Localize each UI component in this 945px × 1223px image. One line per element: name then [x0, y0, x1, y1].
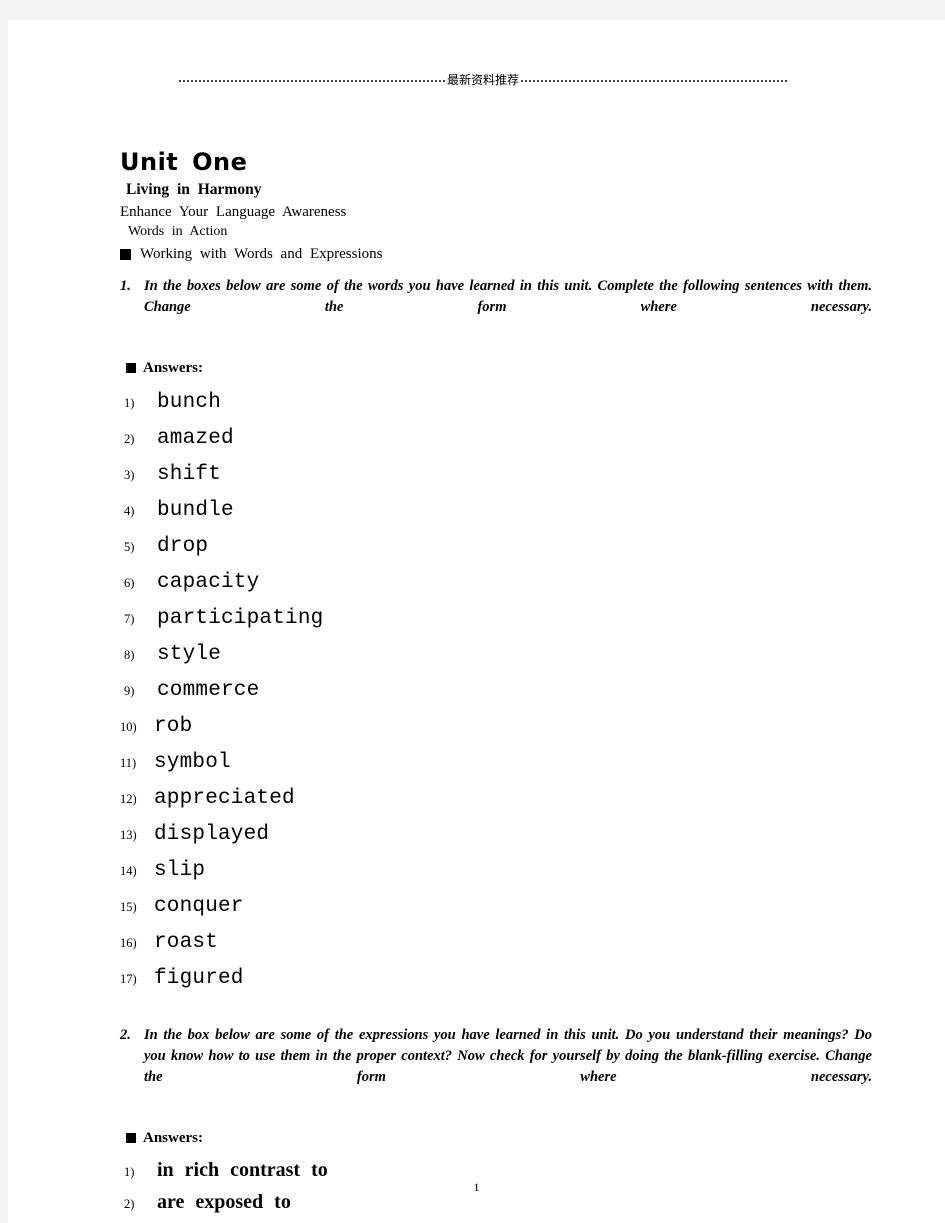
- list-item: 9) commerce: [120, 679, 872, 715]
- answer-index: 1): [124, 1165, 135, 1180]
- answer-index: 7): [124, 612, 135, 627]
- answer-word: participating: [157, 607, 324, 631]
- list-item: 3) shift: [120, 463, 872, 499]
- list-item: 2) are exposed to: [120, 1191, 872, 1223]
- list-item: 17) figured: [120, 967, 872, 1003]
- answer-index: 13): [120, 828, 137, 843]
- exercise1-instruction-text: In the boxes below are some of the words…: [144, 278, 872, 316]
- exercise1-answer-list: 1) bunch 2) amazed 3) shift 4) bundle 5) drop…: [120, 391, 872, 1003]
- exercise1-answers-label: Answers:: [143, 360, 203, 377]
- answer-index: 12): [120, 792, 137, 807]
- list-item: 2) amazed: [120, 427, 872, 463]
- answer-word: shift: [157, 463, 222, 487]
- exercise1-answers-heading: Answers:: [126, 359, 872, 377]
- header-leader-right: [520, 79, 789, 83]
- answer-index: 3): [124, 468, 135, 483]
- answer-word: capacity: [157, 571, 260, 595]
- page-number: 1: [473, 1180, 480, 1194]
- answer-index: 8): [124, 648, 135, 663]
- list-item: 1) bunch: [120, 391, 872, 427]
- answer-word: displayed: [154, 823, 270, 847]
- answer-word: figured: [154, 967, 244, 991]
- answer-word: style: [157, 643, 222, 667]
- list-item: 8) style: [120, 643, 872, 679]
- document-header: 最新资料推荐: [178, 68, 789, 90]
- square-bullet-icon: [120, 248, 131, 260]
- list-item: 12) appreciated: [120, 787, 872, 823]
- exercise2-number: 2.: [120, 1027, 131, 1044]
- list-item: 10) rob: [120, 715, 872, 751]
- marker-heading-working-with-words: Working with Words and Expressions: [120, 245, 872, 265]
- answer-index: 11): [120, 756, 137, 771]
- answer-index: 10): [120, 720, 137, 735]
- section-title: Living in Harmony: [126, 180, 262, 198]
- answer-index: 15): [120, 900, 137, 915]
- square-bullet-icon: [126, 363, 136, 374]
- answer-word: slip: [154, 859, 206, 883]
- list-item: 14) slip: [120, 859, 872, 895]
- unit-title: Unit One: [120, 148, 248, 176]
- exercise2-answers-label: Answers:: [143, 1130, 203, 1147]
- list-item: 7) participating: [120, 607, 872, 643]
- answer-index: 4): [124, 504, 135, 519]
- answer-word: appreciated: [154, 787, 295, 811]
- header-title: 最新资料推荐: [447, 73, 520, 87]
- answer-word: conquer: [154, 895, 244, 919]
- answer-index: 2): [124, 432, 135, 447]
- answer-index: 17): [120, 972, 137, 987]
- answer-index: 2): [124, 1197, 135, 1212]
- list-item: 11) symbol: [120, 751, 872, 787]
- square-bullet-icon: [126, 1133, 136, 1144]
- answer-word: bunch: [157, 391, 222, 415]
- document-page: 最新资料推荐 Unit One Living in Harmony Enhanc…: [8, 20, 945, 1223]
- answer-word: drop: [157, 535, 209, 559]
- answer-index: 9): [124, 684, 135, 699]
- list-item: 6) capacity: [120, 571, 872, 607]
- list-item: 16) roast: [120, 931, 872, 967]
- document-body: Unit One Living in Harmony Enhance Your …: [120, 148, 872, 1223]
- answer-index: 5): [124, 540, 135, 555]
- answer-phrase: in rich contrast to: [157, 1159, 328, 1182]
- answer-index: 6): [124, 576, 135, 591]
- subtitle-enhance-awareness: Enhance Your Language Awareness: [120, 203, 347, 220]
- answer-word: commerce: [157, 679, 260, 703]
- exercise2-instruction: 2. In the box below are some of the expr…: [120, 1025, 872, 1109]
- exercise1-number: 1.: [120, 278, 131, 295]
- exercise2-answers-heading: Answers:: [126, 1129, 872, 1147]
- answer-index: 14): [120, 864, 137, 879]
- list-item: 4) bundle: [120, 499, 872, 535]
- answer-word: rob: [154, 715, 193, 739]
- answer-word: symbol: [154, 751, 231, 775]
- answer-index: 1): [124, 396, 135, 411]
- list-item: 15) conquer: [120, 895, 872, 931]
- exercise2-instruction-text: In the box below are some of the express…: [144, 1027, 872, 1086]
- header-leader-left: [178, 79, 446, 83]
- subtitle-words-in-action: Words in Action: [128, 224, 228, 240]
- answer-index: 16): [120, 936, 137, 951]
- answer-word: bundle: [157, 499, 234, 523]
- answer-word: amazed: [157, 427, 234, 451]
- marker-heading-label: Working with Words and Expressions: [140, 245, 383, 262]
- exercise1-instruction: 1. In the boxes below are some of the wo…: [120, 276, 872, 339]
- list-item: 5) drop: [120, 535, 872, 571]
- answer-word: roast: [154, 931, 219, 955]
- list-item: 13) displayed: [120, 823, 872, 859]
